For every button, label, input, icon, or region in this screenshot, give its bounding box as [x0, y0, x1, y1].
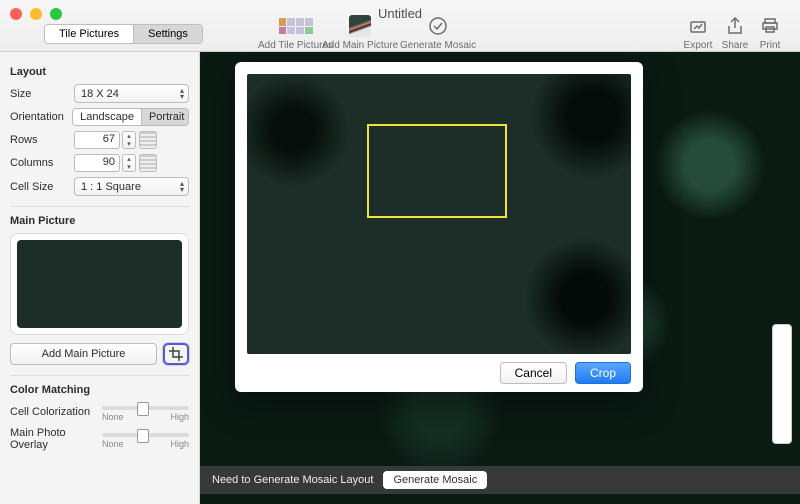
rows-label: Rows — [10, 134, 74, 146]
toolbar-generate[interactable]: Generate Mosaic — [400, 14, 476, 51]
print-icon — [750, 14, 790, 38]
cell-size-select[interactable]: 1 : 1 Square ▴▾ — [74, 177, 189, 196]
layout-heading: Layout — [10, 66, 189, 78]
rows-grid-icon[interactable] — [139, 131, 157, 149]
toolbar-export[interactable]: Export — [678, 14, 718, 51]
cell-colorization-slider[interactable] — [102, 406, 189, 410]
slider-high-label: High — [170, 439, 189, 449]
titlebar: Untitled Tile Pictures Settings Add Tile… — [0, 0, 800, 52]
slider-none-label: None — [102, 439, 124, 449]
status-bar: Need to Generate Mosaic Layout Generate … — [200, 466, 800, 494]
add-main-picture-button[interactable]: Add Main Picture — [10, 343, 157, 365]
toolbar-add-main-label: Add Main Picture — [322, 40, 398, 51]
rows-stepper[interactable]: ▴▾ — [122, 131, 136, 149]
crop-button[interactable] — [163, 343, 189, 365]
rows-field[interactable]: 67 — [74, 131, 120, 149]
cell-size-value: 1 : 1 Square — [81, 181, 141, 193]
orientation-landscape[interactable]: Landscape — [73, 109, 141, 125]
columns-stepper[interactable]: ▴▾ — [122, 154, 136, 172]
toolbar-print[interactable]: Print — [750, 14, 790, 51]
tab-tile-pictures[interactable]: Tile Pictures — [45, 25, 133, 43]
chevron-updown-icon: ▴▾ — [180, 181, 184, 193]
generate-icon — [418, 14, 458, 38]
cell-colorization-label: Cell Colorization — [10, 406, 102, 418]
mode-segmented-control[interactable]: Tile Pictures Settings — [44, 24, 203, 44]
generate-mosaic-button[interactable]: Generate Mosaic — [383, 471, 487, 489]
orientation-portrait[interactable]: Portrait — [141, 109, 189, 125]
toolbar-export-label: Export — [684, 40, 713, 51]
export-icon — [678, 14, 718, 38]
columns-field[interactable]: 90 — [74, 154, 120, 172]
main-picture-heading: Main Picture — [10, 215, 189, 227]
crop-image[interactable] — [247, 74, 631, 354]
slider-none-label: None — [102, 412, 124, 422]
toolbar-share-label: Share — [722, 40, 749, 51]
cancel-button[interactable]: Cancel — [500, 362, 567, 384]
share-icon — [715, 14, 755, 38]
toolbar-share[interactable]: Share — [715, 14, 755, 51]
crop-dialog: Cancel Crop — [235, 62, 643, 392]
main-picture-well — [10, 233, 189, 335]
zoom-slider[interactable] — [772, 324, 792, 444]
main-picture-icon — [340, 14, 380, 38]
size-label: Size — [10, 88, 74, 100]
canvas-area: Need to Generate Mosaic Layout Generate … — [200, 52, 800, 504]
tile-grid-icon — [276, 14, 316, 38]
color-matching-heading: Color Matching — [10, 384, 189, 396]
tab-settings[interactable]: Settings — [133, 25, 202, 43]
cell-size-label: Cell Size — [10, 181, 74, 193]
orientation-label: Orientation — [10, 111, 72, 123]
toolbar-add-main[interactable]: Add Main Picture — [322, 14, 398, 51]
columns-grid-icon[interactable] — [139, 154, 157, 172]
status-message: Need to Generate Mosaic Layout — [212, 474, 373, 486]
slider-high-label: High — [170, 412, 189, 422]
sidebar: Layout Size 18 X 24 ▴▾ Orientation Landsc… — [0, 52, 200, 504]
main-overlay-slider[interactable] — [102, 433, 189, 437]
orientation-segmented[interactable]: Landscape Portrait — [72, 108, 189, 126]
size-value: 18 X 24 — [81, 88, 119, 100]
main-overlay-label: Main Photo Overlay — [10, 427, 102, 451]
toolbar-print-label: Print — [760, 40, 781, 51]
size-select[interactable]: 18 X 24 ▴▾ — [74, 84, 189, 103]
crop-rectangle[interactable] — [367, 124, 507, 218]
main-picture-thumb[interactable] — [17, 240, 182, 328]
columns-label: Columns — [10, 157, 74, 169]
toolbar-generate-label: Generate Mosaic — [400, 40, 476, 51]
chevron-updown-icon: ▴▾ — [180, 88, 184, 100]
crop-confirm-button[interactable]: Crop — [575, 362, 631, 384]
